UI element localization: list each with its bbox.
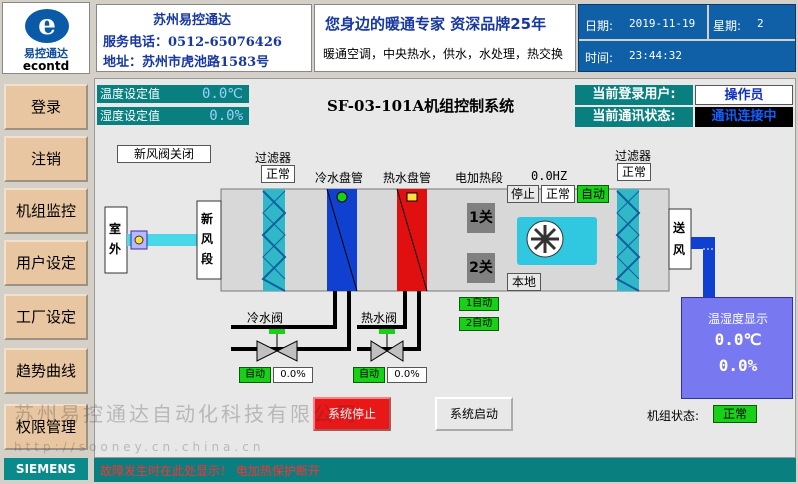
filter2-status: 正常 [617, 163, 651, 181]
heater2-status[interactable]: 2关 [467, 257, 495, 277]
alarm-message: 故障发生时在此处显示！ 电加热保护断开 [100, 464, 320, 478]
company-name: 苏州易控通达 [153, 13, 232, 28]
heater1-mode[interactable]: 1自动 [459, 297, 499, 311]
cold-valve-mode[interactable]: 自动 [239, 367, 271, 383]
heater2-mode[interactable]: 2自动 [459, 317, 499, 331]
date-label: 日期: [585, 19, 614, 33]
time-label: 时间: [585, 51, 614, 65]
display-humidity: 0.0% [718, 356, 758, 375]
fan-local-mode[interactable]: 本地 [507, 273, 541, 291]
info-divider-h [579, 39, 795, 41]
filter1-label: 过滤器 [255, 151, 292, 165]
company-phone: 服务电话：0512-65076426 [103, 35, 282, 50]
fan-frequency: 0.0HZ [531, 169, 568, 183]
unit-state-label: 机组状态: [647, 409, 700, 423]
display-temp: 0.0℃ [714, 330, 762, 349]
display-title: 温湿度显示 [707, 312, 768, 326]
fan-stop-status: 停止 [507, 185, 539, 203]
system-start-button[interactable]: 系统启动 [435, 397, 513, 431]
alarm-bar: 故障发生时在此处显示！ 电加热保护断开 [94, 458, 796, 482]
nav-unit-monitor-button[interactable]: 机组监控 [4, 188, 88, 234]
time-value: 23:44:32 [629, 49, 682, 62]
logo-en-text: econtd [22, 59, 70, 73]
outdoor-label: 室外 [109, 222, 122, 256]
cold-valve-opening: 0.0% [273, 367, 313, 383]
fan-auto-mode[interactable]: 自动 [577, 185, 609, 203]
hot-valve-mode[interactable]: 自动 [353, 367, 385, 383]
logo-e-icon: e [25, 9, 69, 43]
nav-factory-settings-button[interactable]: 工厂设定 [4, 294, 88, 340]
cold-valve-label: 冷水阀 [247, 311, 284, 325]
heater1-status[interactable]: 1关 [467, 207, 495, 227]
date-value: 2019-11-19 [629, 17, 696, 30]
temp-humidity-display: 温湿度显示 0.0℃ 0.0% [681, 297, 793, 399]
cold-coil-label: 冷水盘管 [315, 171, 364, 185]
supply-label: 送风 [673, 221, 686, 257]
datetime-panel: 日期: 2019-11-19 星期: 2 时间: 23:44:32 [578, 4, 796, 72]
nav-user-settings-button[interactable]: 用户设定 [4, 240, 88, 286]
hot-valve-opening: 0.0% [387, 367, 427, 383]
slogan-text: 您身边的暖通专家 资深品牌25年 [325, 15, 547, 33]
siemens-logo: SIEMENS [4, 458, 88, 480]
filter1-status: 正常 [261, 165, 295, 183]
nav-login-button[interactable]: 登录 [4, 84, 88, 130]
week-value: 2 [757, 17, 764, 30]
company-logo: e 易控通达 econtd [2, 2, 90, 74]
fresh-section-label: 新风段 [201, 212, 214, 266]
hot-coil-label: 热水盘管 [383, 171, 432, 185]
slogan-panel: 您身边的暖通专家 资深品牌25年 暖通空调，中央热水，供水，水处理，热交换 [314, 4, 576, 72]
company-info-panel: 苏州易控通达 服务电话：0512-65076426 地址：苏州市虎池路1583号 [96, 4, 312, 72]
fan-normal-status: 正常 [541, 185, 575, 203]
nav-trend-curves-button[interactable]: 趋势曲线 [4, 348, 88, 394]
services-text: 暖通空调，中央热水，供水，水处理，热交换 [323, 47, 564, 61]
unit-state-value: 正常 [713, 405, 757, 423]
company-address: 地址：苏州市虎池路1583号 [103, 55, 270, 70]
nav-logout-button[interactable]: 注销 [4, 136, 88, 182]
filter2-label: 过滤器 [615, 149, 652, 163]
info-divider [707, 5, 709, 39]
heater-section-label: 电加热段 [455, 171, 504, 185]
watermark-url: http://sooney.cn.china.cn [14, 440, 265, 454]
hot-valve-label: 热水阀 [361, 311, 398, 325]
watermark-company: 苏州易控通达自动化科技有限公司 [14, 402, 359, 426]
week-label: 星期: [713, 19, 742, 33]
